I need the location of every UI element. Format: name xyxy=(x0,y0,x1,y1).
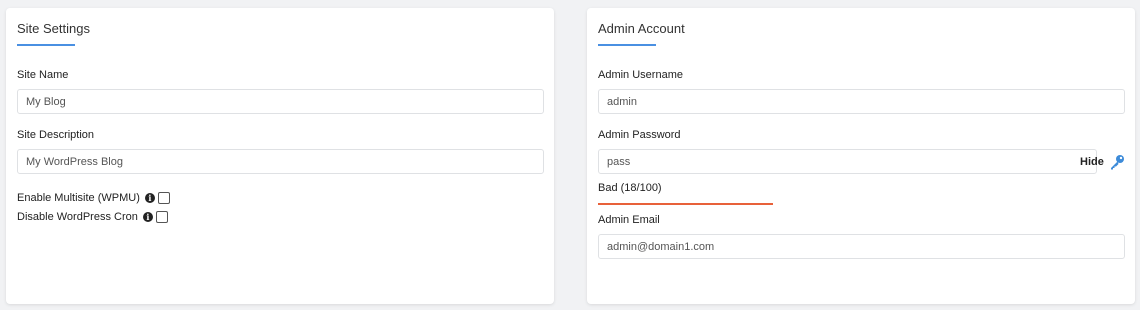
multisite-row: Enable Multisite (WPMU) i xyxy=(17,191,170,205)
password-strength-text: Bad (18/100) xyxy=(598,182,662,194)
info-icon[interactable]: i xyxy=(144,193,155,203)
disable-cron-checkbox[interactable] xyxy=(155,211,168,223)
admin-email-label: Admin Email xyxy=(598,214,660,226)
key-icon[interactable] xyxy=(1109,154,1125,170)
disable-cron-label: Disable WordPress Cron xyxy=(17,211,138,223)
admin-password-input[interactable] xyxy=(598,149,1097,174)
admin-email-input[interactable] xyxy=(598,234,1125,259)
disable-cron-row: Disable WordPress Cron i xyxy=(17,210,168,224)
site-settings-title-underline xyxy=(17,44,75,46)
admin-account-title: Admin Account xyxy=(598,21,685,36)
site-settings-title: Site Settings xyxy=(17,21,90,36)
info-icon[interactable]: i xyxy=(142,212,153,222)
site-settings-card: Site Settings Site Name Site Description… xyxy=(6,8,554,304)
site-name-input[interactable] xyxy=(17,89,544,114)
admin-account-card: Admin Account Admin Username Admin Passw… xyxy=(587,8,1135,304)
multisite-checkbox[interactable] xyxy=(157,192,170,204)
admin-account-title-underline xyxy=(598,44,656,46)
site-name-label: Site Name xyxy=(17,69,69,81)
site-description-label: Site Description xyxy=(17,129,95,141)
admin-password-label: Admin Password xyxy=(598,129,681,141)
hide-password-button[interactable]: Hide xyxy=(1080,156,1104,168)
multisite-label: Enable Multisite (WPMU) xyxy=(17,192,140,204)
password-strength-bar xyxy=(598,203,773,205)
admin-username-input[interactable] xyxy=(598,89,1125,114)
admin-username-label: Admin Username xyxy=(598,69,683,81)
site-description-input[interactable] xyxy=(17,149,544,174)
